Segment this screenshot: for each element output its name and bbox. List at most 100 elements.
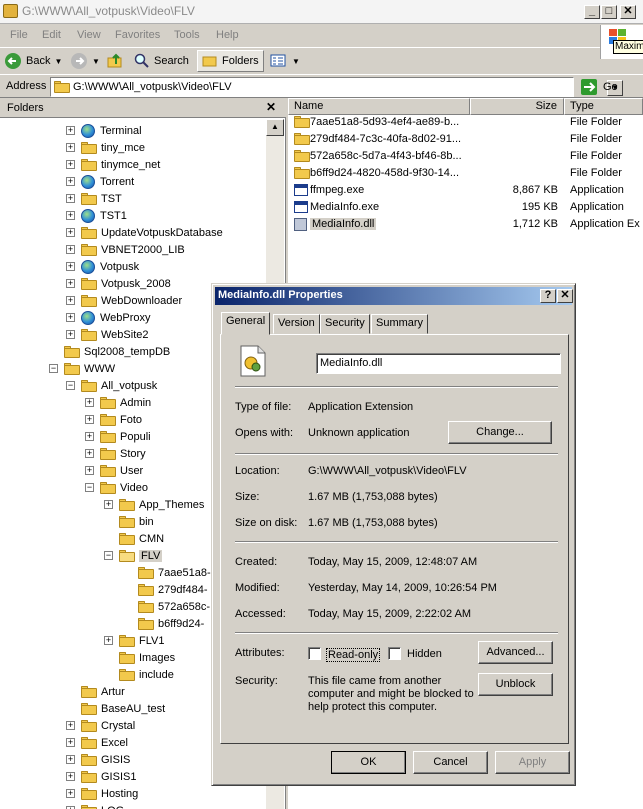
expand-icon[interactable]: + xyxy=(66,296,75,305)
tree-item[interactable]: + WebProxy xyxy=(66,309,151,326)
tree-item[interactable]: 7aae51a8- xyxy=(123,564,211,581)
expand-icon[interactable]: + xyxy=(66,126,75,135)
readonly-checkbox[interactable] xyxy=(308,647,321,660)
tree-item[interactable]: + App_Themes xyxy=(104,496,204,513)
menu-view[interactable]: View xyxy=(77,29,101,41)
menu-favorites[interactable]: Favorites xyxy=(115,29,160,41)
tree-item[interactable]: Artur xyxy=(66,683,125,700)
file-row[interactable]: MediaInfo.exe 195 KB Application xyxy=(288,199,643,216)
expand-icon[interactable]: + xyxy=(66,772,75,781)
search-button[interactable]: Search xyxy=(134,50,189,72)
dialog-title-bar[interactable]: MediaInfo.dll Properties ? ✕ xyxy=(215,287,573,305)
tree-item[interactable]: + Populi xyxy=(85,428,151,445)
tree-item[interactable]: + Votpusk xyxy=(66,258,139,275)
readonly-label[interactable]: Read-only xyxy=(326,648,381,662)
tree-item[interactable]: 279df484- xyxy=(123,581,208,598)
tree-item[interactable]: + WebSite2 xyxy=(66,326,149,343)
tree-item[interactable]: + UpdateVotpuskDatabase xyxy=(66,224,223,241)
tree-item[interactable]: − WWW xyxy=(49,360,115,377)
address-input[interactable]: G:\WWW\All_votpusk\Video\FLV ▼ xyxy=(50,77,623,97)
minimize-button[interactable]: _ xyxy=(584,5,600,19)
views-button[interactable]: ▼ xyxy=(270,50,300,72)
hidden-checkbox[interactable] xyxy=(388,647,401,660)
tree-item[interactable]: + Crystal xyxy=(66,717,135,734)
tree-item[interactable]: + Story xyxy=(85,445,146,462)
unblock-button[interactable]: Unblock xyxy=(478,673,553,696)
tree-item[interactable]: Sql2008_tempDB xyxy=(49,343,170,360)
tree-item[interactable]: − Video xyxy=(85,479,148,496)
change-button[interactable]: Change... xyxy=(448,421,552,444)
collapse-icon[interactable]: − xyxy=(66,381,75,390)
expand-icon[interactable]: + xyxy=(66,177,75,186)
tree-item[interactable]: + Foto xyxy=(85,411,142,428)
tree-item[interactable]: + User xyxy=(85,462,143,479)
file-row[interactable]: ffmpeg.exe 8,867 KB Application xyxy=(288,182,643,199)
column-name[interactable]: Name xyxy=(288,98,470,115)
menu-help[interactable]: Help xyxy=(216,29,239,41)
expand-icon[interactable]: + xyxy=(66,313,75,322)
file-row[interactable]: 7aae51a8-5d93-4ef4-ae89-b... File Folder xyxy=(288,114,643,131)
tree-item[interactable]: − All_votpusk xyxy=(66,377,157,394)
column-type[interactable]: Type xyxy=(564,98,643,115)
tree-item[interactable]: CMN xyxy=(104,530,164,547)
tree-item[interactable]: + tinymce_net xyxy=(66,156,160,173)
up-folder-button[interactable] xyxy=(106,50,124,72)
tree-item[interactable]: + GISIS xyxy=(66,751,130,768)
cancel-button[interactable]: Cancel xyxy=(413,751,488,774)
file-name-input[interactable]: MediaInfo.dll xyxy=(316,353,561,374)
tree-item[interactable]: + TST xyxy=(66,190,122,207)
expand-icon[interactable]: + xyxy=(66,160,75,169)
tab-summary[interactable]: Summary xyxy=(371,314,429,334)
go-button[interactable]: Go xyxy=(580,78,618,96)
tree-item[interactable]: BaseAU_test xyxy=(66,700,165,717)
tree-item[interactable]: − FLV xyxy=(104,547,163,564)
tree-item[interactable]: + Excel xyxy=(66,734,128,751)
tree-item[interactable]: + Torrent xyxy=(66,173,134,190)
advanced-button[interactable]: Advanced... xyxy=(478,641,553,664)
collapse-icon[interactable]: − xyxy=(85,483,94,492)
expand-icon[interactable]: + xyxy=(66,228,75,237)
tree-item[interactable]: + Votpusk_2008 xyxy=(66,275,171,292)
expand-icon[interactable]: + xyxy=(104,636,113,645)
expand-icon[interactable]: + xyxy=(66,738,75,747)
tree-item[interactable]: + FLV1 xyxy=(104,632,164,649)
tree-item[interactable]: + VBNET2000_LIB xyxy=(66,241,185,258)
expand-icon[interactable]: + xyxy=(66,143,75,152)
expand-icon[interactable]: + xyxy=(66,262,75,271)
expand-icon[interactable]: + xyxy=(66,194,75,203)
tree-item[interactable]: + GISIS1 xyxy=(66,768,136,785)
close-button[interactable]: ✕ xyxy=(620,5,636,19)
tab-general[interactable]: General xyxy=(221,312,271,335)
file-row[interactable]: MediaInfo.dll 1,712 KB Application Ex xyxy=(288,216,643,233)
collapse-icon[interactable]: − xyxy=(104,551,113,560)
tree-item[interactable]: include xyxy=(104,666,174,683)
expand-icon[interactable]: + xyxy=(66,721,75,730)
tree-item[interactable]: bin xyxy=(104,513,154,530)
tree-item[interactable]: b6ff9d24- xyxy=(123,615,204,632)
scroll-up-button[interactable]: ▲ xyxy=(266,119,284,136)
expand-icon[interactable]: + xyxy=(85,449,94,458)
menu-tools[interactable]: Tools xyxy=(174,29,200,41)
column-size[interactable]: Size xyxy=(470,98,564,115)
tree-item[interactable]: Images xyxy=(104,649,175,666)
explorer-title-bar[interactable]: G:\WWW\All_votpusk\Video\FLV _ □ ✕ xyxy=(0,0,643,24)
tree-item[interactable]: + Admin xyxy=(85,394,151,411)
file-row[interactable]: 279df484-7c3c-40fa-8d02-91... File Folder xyxy=(288,131,643,148)
file-row[interactable]: b6ff9d24-4820-458d-9f30-14... File Folder xyxy=(288,165,643,182)
dialog-close-button[interactable]: ✕ xyxy=(557,289,573,303)
expand-icon[interactable]: + xyxy=(85,432,94,441)
tree-item[interactable]: 572a658c- xyxy=(123,598,210,615)
back-button[interactable]: Back ▼ xyxy=(4,50,62,72)
tab-security[interactable]: Security xyxy=(320,314,370,334)
expand-icon[interactable]: + xyxy=(85,398,94,407)
expand-icon[interactable]: + xyxy=(85,466,94,475)
close-pane-icon[interactable]: ✕ xyxy=(266,100,276,114)
hidden-label[interactable]: Hidden xyxy=(407,648,442,660)
menu-file[interactable]: File xyxy=(10,29,28,41)
tree-item[interactable]: +LOG xyxy=(66,802,124,809)
expand-icon[interactable]: + xyxy=(66,211,75,220)
tab-version[interactable]: Version xyxy=(273,314,320,334)
tree-item[interactable]: + Hosting xyxy=(66,785,138,802)
expand-icon[interactable]: + xyxy=(66,279,75,288)
forward-button[interactable]: ▼ xyxy=(70,50,100,72)
